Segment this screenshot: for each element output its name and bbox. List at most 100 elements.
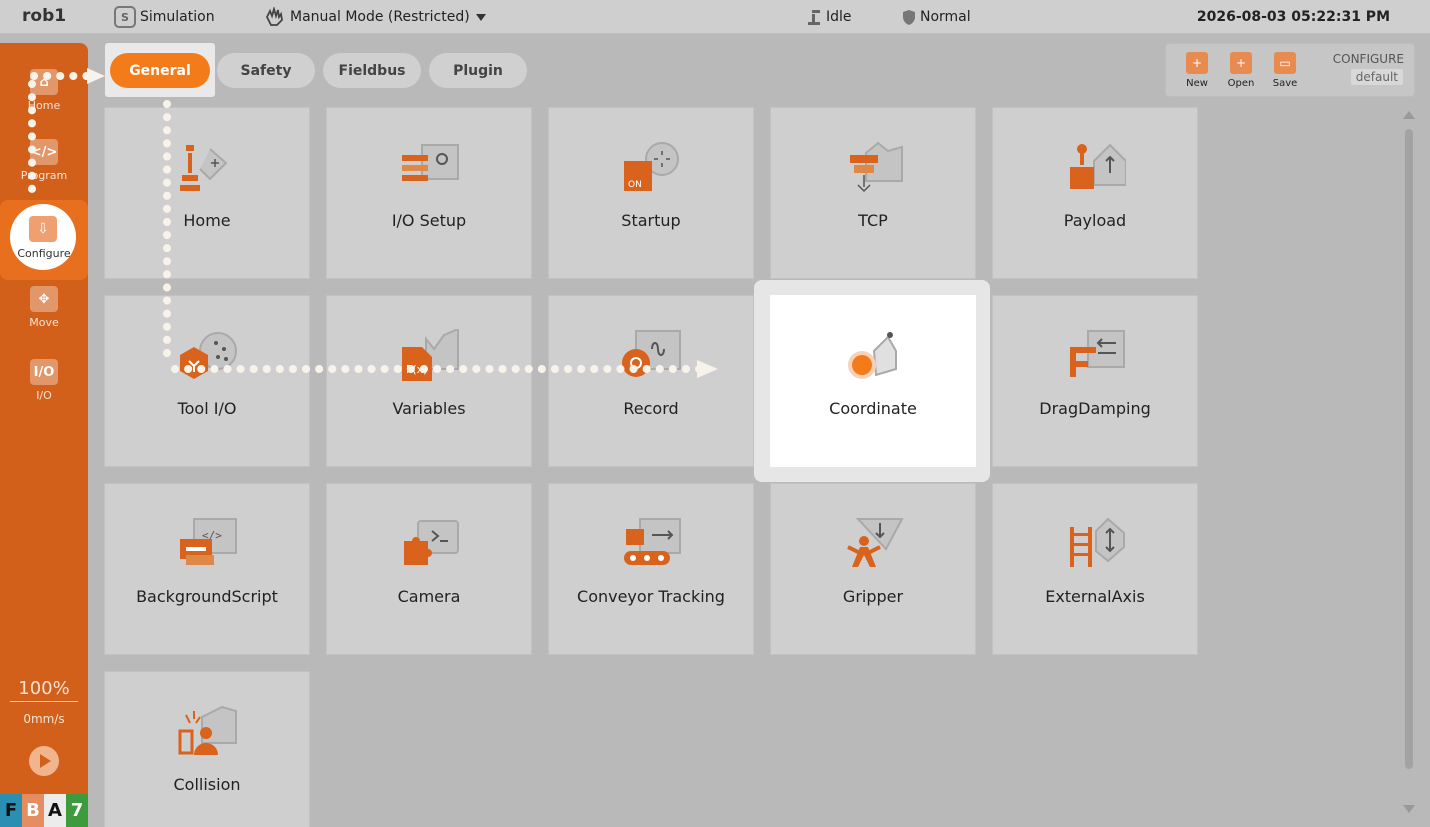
- tile-io-setup[interactable]: I/O Setup: [326, 107, 532, 279]
- top-bar: rob1 S Simulation Manual Mode (Restricte…: [0, 0, 1430, 34]
- background-script-icon: </>: [180, 518, 237, 565]
- sidebar-item-label: Home: [27, 99, 61, 112]
- save-label: Save: [1272, 78, 1298, 89]
- guide-arrow-tab: [87, 68, 105, 84]
- safety-label: Normal: [920, 9, 971, 25]
- gripper-icon: [847, 518, 904, 567]
- play-icon: [40, 754, 51, 768]
- config-title: CONFIGURE: [1332, 52, 1404, 66]
- tile-collision[interactable]: Collision: [104, 671, 310, 827]
- tile-coordinate[interactable]: Coordinate: [770, 295, 976, 467]
- home-position-icon: [180, 145, 228, 191]
- tile-label: BackgroundScript: [136, 587, 278, 606]
- tile-variables[interactable]: F(x) Variables: [326, 295, 532, 467]
- tile-label: TCP: [858, 211, 888, 230]
- datetime: 2026-08-03 05:22:31 PM: [1196, 9, 1390, 25]
- sidebar-item-label: Program: [20, 169, 68, 182]
- variables-icon: F(x): [402, 329, 459, 381]
- tile-label: Variables: [392, 399, 466, 418]
- move-icon: ✥: [30, 286, 58, 312]
- new-file-icon: +: [1186, 52, 1208, 74]
- tile-externalaxis[interactable]: ExternalAxis: [992, 483, 1198, 655]
- tile-dragdamping[interactable]: DragDamping: [992, 295, 1198, 467]
- svg-text:ON: ON: [628, 180, 642, 190]
- simulation-icon: S: [114, 6, 136, 28]
- status-strip: F B A 7: [0, 794, 88, 827]
- io-setup-icon: [402, 144, 459, 181]
- payload-icon: [1070, 143, 1126, 189]
- tile-label: ExternalAxis: [1045, 587, 1145, 606]
- new-button[interactable]: + New: [1179, 52, 1215, 89]
- scroll-down-arrow[interactable]: [1403, 805, 1415, 813]
- tile-label: Payload: [1063, 211, 1127, 230]
- scroll-up-arrow[interactable]: [1403, 111, 1415, 119]
- tool-io-icon: [180, 332, 237, 379]
- scroll-thumb[interactable]: [1405, 129, 1413, 769]
- tile-record[interactable]: Record: [548, 295, 754, 467]
- simulation-label: Simulation: [140, 9, 215, 25]
- startup-icon: ON: [624, 142, 679, 191]
- robot-status: Idle: [806, 4, 852, 30]
- home-icon: ⌂: [30, 69, 58, 95]
- tile-home[interactable]: Home: [104, 107, 310, 279]
- chevron-down-icon: [475, 13, 486, 21]
- speed-percent[interactable]: 100%: [10, 678, 78, 702]
- mode-selector[interactable]: Manual Mode (Restricted): [264, 4, 486, 30]
- tile-gripper[interactable]: Gripper: [770, 483, 976, 655]
- robot-name: rob1: [22, 6, 67, 26]
- tile-backgroundscript[interactable]: </> BackgroundScript: [104, 483, 310, 655]
- tile-tcp[interactable]: TCP: [770, 107, 976, 279]
- tile-label: I/O Setup: [391, 211, 467, 230]
- open-label: Open: [1227, 78, 1255, 89]
- sidebar-item-configure[interactable]: ⇩ Configure: [0, 200, 88, 280]
- tab-general[interactable]: General: [110, 53, 210, 88]
- tile-label: Coordinate: [829, 399, 917, 418]
- tile-camera[interactable]: Camera: [326, 483, 532, 655]
- safety-status: Normal: [902, 4, 971, 30]
- status-letter-b: B: [22, 794, 44, 827]
- drag-damping-icon: [1070, 330, 1125, 377]
- tile-tool-io[interactable]: Tool I/O: [104, 295, 310, 467]
- tab-safety[interactable]: Safety: [217, 53, 315, 88]
- mode-label: Manual Mode (Restricted): [290, 9, 470, 25]
- simulation-indicator[interactable]: S Simulation: [114, 4, 215, 30]
- status-letter-f: F: [0, 794, 22, 827]
- sidebar-item-label: Configure: [17, 247, 71, 260]
- play-button[interactable]: [29, 746, 59, 776]
- sidebar: ⌂ Home </> Program ⇩ Configure ✥ Move I/…: [0, 43, 88, 827]
- conveyor-icon: [624, 518, 681, 565]
- sidebar-item-label: Move: [29, 316, 59, 329]
- record-icon: [622, 330, 681, 377]
- code-icon: </>: [30, 139, 58, 165]
- config-name: default: [1350, 69, 1403, 85]
- tile-label: Home: [183, 211, 231, 230]
- tab-fieldbus[interactable]: Fieldbus: [323, 53, 421, 88]
- speed-value: 0mm/s: [23, 712, 65, 726]
- sidebar-item-label: I/O: [36, 389, 52, 402]
- tile-label: Camera: [397, 587, 461, 606]
- configure-icon: ⇩: [29, 216, 57, 242]
- save-button[interactable]: ▭ Save: [1267, 52, 1303, 89]
- tile-payload[interactable]: Payload: [992, 107, 1198, 279]
- collision-icon: [178, 705, 237, 755]
- robot-arm-icon: [808, 10, 820, 25]
- tile-conveyor-tracking[interactable]: Conveyor Tracking: [548, 483, 754, 655]
- config-toolbar: + New + Open ▭ Save CONFIGURE default: [1165, 43, 1415, 97]
- shield-icon: [903, 9, 915, 25]
- tab-plugin[interactable]: Plugin: [429, 53, 527, 88]
- tile-label: DragDamping: [1039, 399, 1151, 418]
- tile-startup[interactable]: ON Startup: [548, 107, 754, 279]
- open-button[interactable]: + Open: [1223, 52, 1259, 89]
- tile-label: Tool I/O: [177, 399, 237, 418]
- sidebar-item-move[interactable]: ✥ Move: [0, 286, 88, 329]
- tile-label: Startup: [621, 211, 681, 230]
- sidebar-item-io[interactable]: I/O I/O: [0, 359, 88, 402]
- status-letter-7: 7: [66, 794, 88, 827]
- sidebar-item-program[interactable]: </> Program: [0, 139, 88, 182]
- io-icon: I/O: [30, 359, 58, 385]
- folder-icon: +: [1230, 52, 1252, 74]
- scrollbar[interactable]: [1400, 107, 1418, 817]
- tile-label: Collision: [173, 775, 241, 794]
- sidebar-item-home[interactable]: ⌂ Home: [0, 69, 88, 112]
- tcp-icon: [850, 141, 903, 193]
